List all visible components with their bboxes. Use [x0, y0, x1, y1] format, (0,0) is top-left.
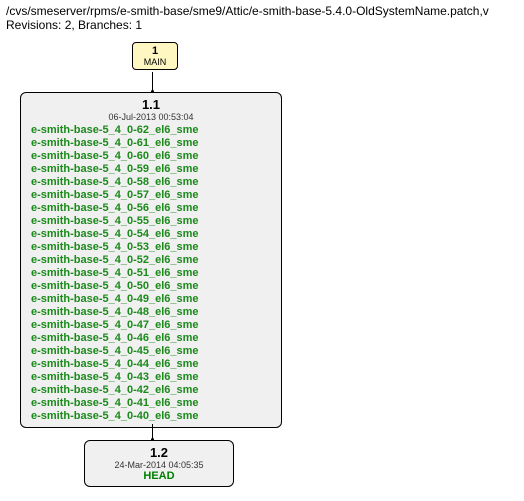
- revision-tag: e-smith-base-5_4_0-43_el6_sme: [31, 371, 271, 384]
- revision-tag: e-smith-base-5_4_0-51_el6_sme: [31, 267, 271, 280]
- revision-tag-list: e-smith-base-5_4_0-62_el6_smee-smith-bas…: [31, 124, 271, 423]
- revision-version: 1.1: [31, 97, 271, 112]
- revision-tag: e-smith-base-5_4_0-47_el6_sme: [31, 319, 271, 332]
- revision-date: 06-Jul-2013 00:53:04: [31, 112, 271, 122]
- revision-tag: e-smith-base-5_4_0-62_el6_sme: [31, 124, 271, 137]
- revision-tag: e-smith-base-5_4_0-49_el6_sme: [31, 293, 271, 306]
- revision-date: 24-Mar-2014 04:05:35: [95, 460, 223, 470]
- header: /cvs/smeserver/rpms/e-smith-base/sme9/At…: [0, 0, 524, 36]
- revision-tag: e-smith-base-5_4_0-44_el6_sme: [31, 358, 271, 371]
- revision-tag: e-smith-base-5_4_0-59_el6_sme: [31, 163, 271, 176]
- revision-tag: e-smith-base-5_4_0-40_el6_sme: [31, 410, 271, 423]
- revision-tag: e-smith-base-5_4_0-56_el6_sme: [31, 202, 271, 215]
- revision-tag: e-smith-base-5_4_0-54_el6_sme: [31, 228, 271, 241]
- revision-tag: e-smith-base-5_4_0-53_el6_sme: [31, 241, 271, 254]
- revision-version: 1.2: [95, 445, 223, 460]
- revision-tag: e-smith-base-5_4_0-48_el6_sme: [31, 306, 271, 319]
- revision-node-1.2: 1.2 24-Mar-2014 04:05:35 HEAD: [84, 440, 234, 487]
- revision-summary: Revisions: 2, Branches: 1: [6, 18, 518, 32]
- revision-tag: e-smith-base-5_4_0-42_el6_sme: [31, 384, 271, 397]
- revision-tag: e-smith-base-5_4_0-58_el6_sme: [31, 176, 271, 189]
- revision-tag: e-smith-base-5_4_0-52_el6_sme: [31, 254, 271, 267]
- branch-main-box: 1 MAIN: [132, 42, 178, 70]
- revision-tag: e-smith-base-5_4_0-45_el6_sme: [31, 345, 271, 358]
- connector-line: [152, 72, 153, 92]
- branch-label: MAIN: [137, 57, 173, 67]
- revision-tag: e-smith-base-5_4_0-57_el6_sme: [31, 189, 271, 202]
- file-path: /cvs/smeserver/rpms/e-smith-base/sme9/At…: [6, 4, 518, 18]
- revision-graph: 1 MAIN 1.1 06-Jul-2013 00:53:04 e-smith-…: [0, 36, 524, 496]
- head-label: HEAD: [95, 470, 223, 482]
- revision-tag: e-smith-base-5_4_0-50_el6_sme: [31, 280, 271, 293]
- branch-number: 1: [137, 45, 173, 57]
- revision-tag: e-smith-base-5_4_0-60_el6_sme: [31, 150, 271, 163]
- revision-tag: e-smith-base-5_4_0-55_el6_sme: [31, 215, 271, 228]
- revision-tag: e-smith-base-5_4_0-46_el6_sme: [31, 332, 271, 345]
- revision-tag: e-smith-base-5_4_0-41_el6_sme: [31, 397, 271, 410]
- revision-node-1.1: 1.1 06-Jul-2013 00:53:04 e-smith-base-5_…: [20, 92, 282, 428]
- revision-tag: e-smith-base-5_4_0-61_el6_sme: [31, 137, 271, 150]
